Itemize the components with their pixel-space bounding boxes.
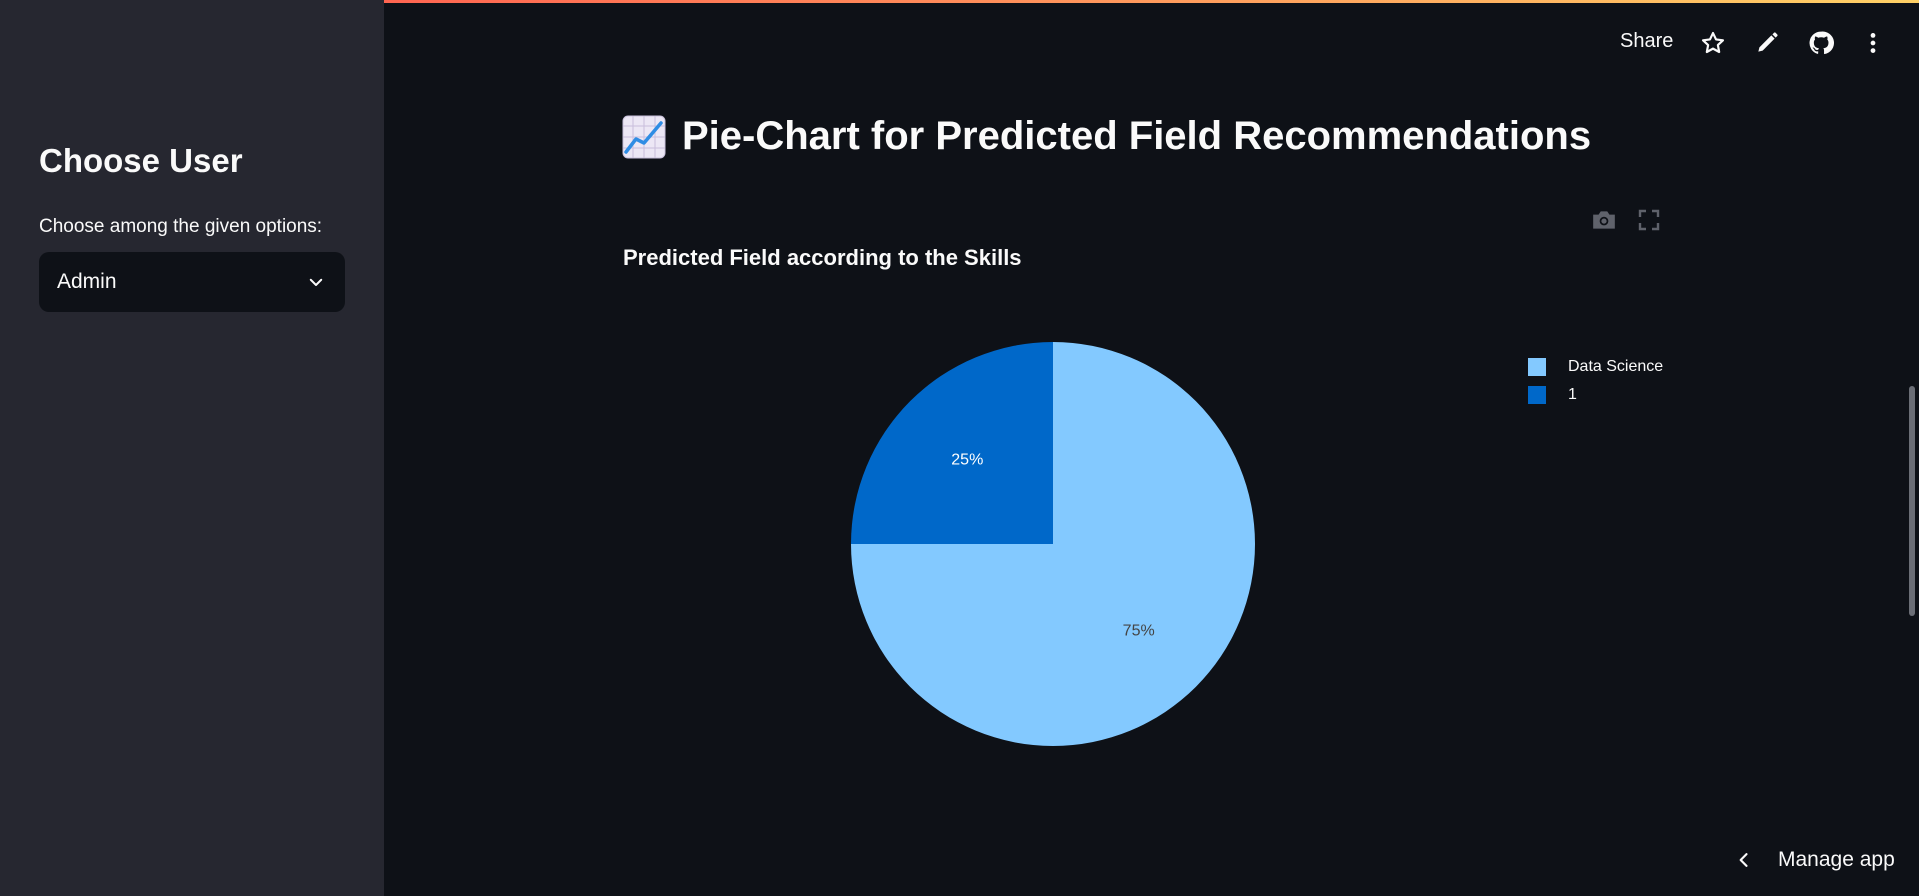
legend-swatch [1528,386,1546,404]
scrollbar[interactable] [1909,386,1915,616]
pie-chart: 75% 25% [851,342,1255,746]
legend-swatch [1528,358,1546,376]
legend-label: 1 [1568,386,1577,403]
pie-slice-label-1: 25% [951,451,983,468]
pie-slice-label-0: 75% [1123,623,1155,640]
legend-label: Data Science [1568,358,1664,375]
chart-legend: Data Science 1 [1528,353,1663,409]
pie-slice-1[interactable] [851,342,1053,544]
legend-item-data-science[interactable]: Data Science [1528,353,1663,381]
chevron-left-icon [1734,850,1754,870]
legend-item-1[interactable]: 1 [1528,381,1663,409]
manage-app-button[interactable]: Manage app [1734,848,1895,872]
manage-app-label: Manage app [1778,848,1895,871]
